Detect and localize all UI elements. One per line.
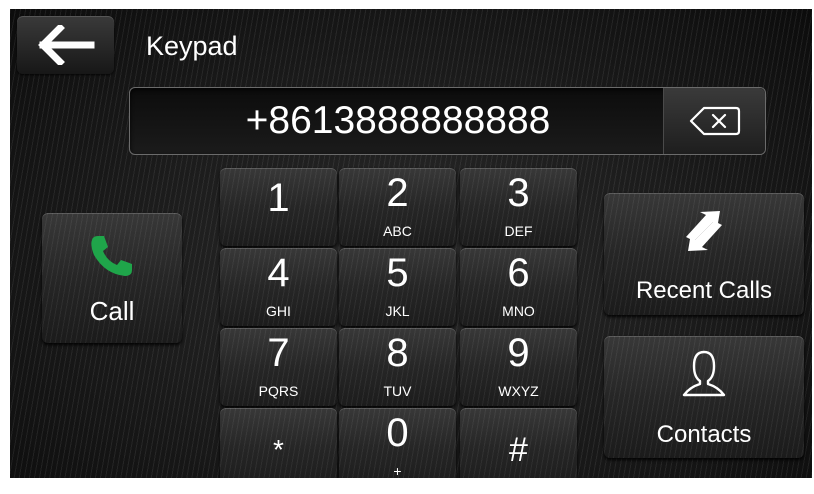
number-display: +8613888888888 xyxy=(129,87,766,155)
key-3[interactable]: 3 DEF xyxy=(460,168,577,246)
dialed-number: +8613888888888 xyxy=(245,99,551,142)
key-digit: 9 xyxy=(507,331,530,375)
key-digit: 1 xyxy=(267,176,290,220)
key-6[interactable]: 6 MNO xyxy=(460,248,577,326)
key-letters: TUV xyxy=(383,383,412,399)
key-letters: ABC xyxy=(383,223,412,239)
page-title: Keypad xyxy=(146,31,238,61)
key-digit: 8 xyxy=(386,331,409,375)
key-digit: 7 xyxy=(267,331,290,375)
key-0[interactable]: 0 + xyxy=(339,408,456,478)
key-hash[interactable]: # xyxy=(460,408,577,478)
key-digit: 6 xyxy=(507,251,530,295)
key-letters: GHI xyxy=(266,303,291,319)
contacts-button[interactable]: Contacts xyxy=(604,336,804,458)
arrow-left-icon xyxy=(37,25,94,65)
key-star[interactable]: * xyxy=(220,408,337,478)
call-button[interactable]: Call xyxy=(42,213,182,343)
swap-arrows-icon xyxy=(604,207,804,255)
key-digit: 5 xyxy=(386,251,409,295)
dialer-screen: Keypad +8613888888888 1 2 ABC 3 DEF 4 GH… xyxy=(10,9,812,478)
back-button[interactable] xyxy=(17,16,114,74)
backspace-icon xyxy=(689,106,740,136)
key-2[interactable]: 2 ABC xyxy=(339,168,456,246)
key-8[interactable]: 8 TUV xyxy=(339,328,456,406)
key-5[interactable]: 5 JKL xyxy=(339,248,456,326)
key-digit: * xyxy=(273,434,284,465)
recent-calls-button[interactable]: Recent Calls xyxy=(604,193,804,315)
key-letters: PQRS xyxy=(258,383,299,399)
key-letters: JKL xyxy=(385,303,410,319)
backspace-button[interactable] xyxy=(663,88,765,154)
key-digit: 3 xyxy=(507,171,530,215)
key-letters: MNO xyxy=(502,303,535,319)
key-digit: # xyxy=(509,431,528,469)
call-label: Call xyxy=(89,296,135,326)
key-letters: WXYZ xyxy=(498,383,539,399)
recent-calls-label: Recent Calls xyxy=(635,277,773,304)
key-letters: + xyxy=(393,463,402,478)
key-7[interactable]: 7 PQRS xyxy=(220,328,337,406)
key-digit: 4 xyxy=(267,251,290,295)
person-icon xyxy=(604,346,804,400)
phone-icon xyxy=(42,233,182,279)
key-1[interactable]: 1 xyxy=(220,168,337,246)
key-9[interactable]: 9 WXYZ xyxy=(460,328,577,406)
key-letters: DEF xyxy=(504,223,533,239)
key-digit: 0 xyxy=(386,411,409,455)
key-digit: 2 xyxy=(386,171,409,215)
contacts-label: Contacts xyxy=(656,421,752,448)
key-4[interactable]: 4 GHI xyxy=(220,248,337,326)
